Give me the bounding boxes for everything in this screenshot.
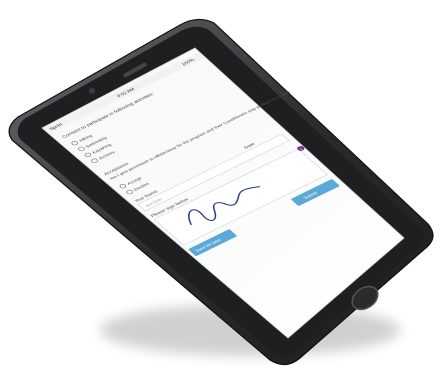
phone-illustration: Sprint 9:02 AM 100% Consent to participa… [8,18,434,366]
camera-dot [89,88,95,94]
